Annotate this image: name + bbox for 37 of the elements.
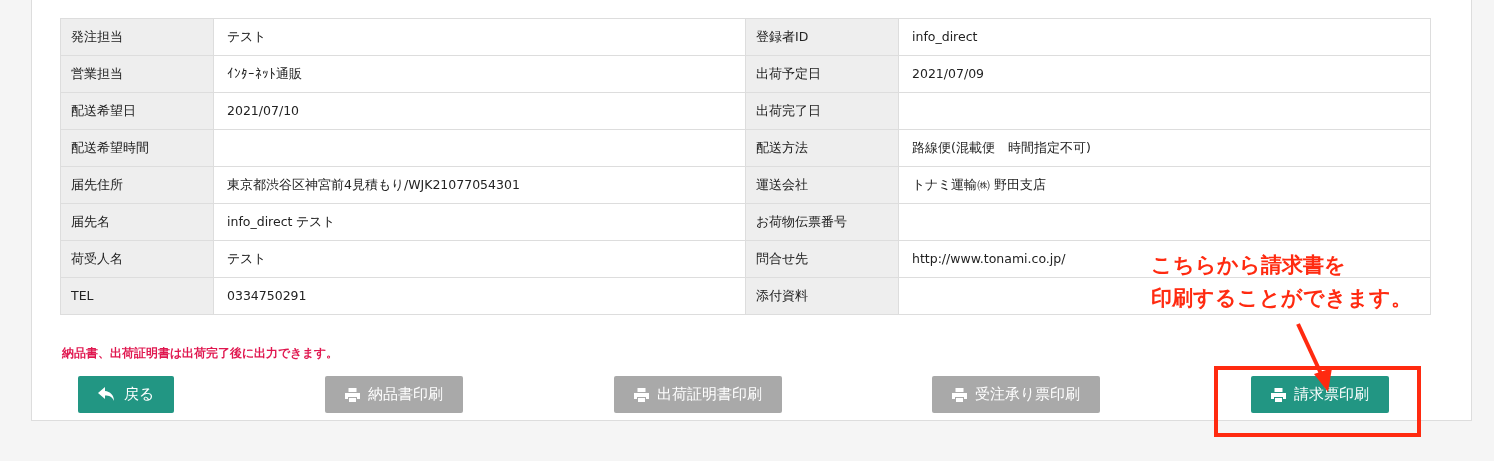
field-value: ｲﾝﾀｰﾈｯﾄ通販 bbox=[213, 55, 746, 93]
field-value: トナミ運輸㈱ 野田支店 bbox=[898, 166, 1431, 204]
printer-icon bbox=[344, 387, 360, 402]
field-label: 届先名 bbox=[60, 203, 214, 241]
field-label: お荷物伝票番号 bbox=[745, 203, 899, 241]
printer-icon bbox=[952, 387, 968, 402]
back-arrow-icon bbox=[98, 387, 116, 403]
back-button[interactable]: 戻る bbox=[78, 376, 174, 414]
field-label: 配送方法 bbox=[745, 129, 899, 167]
field-value: テスト bbox=[213, 18, 746, 56]
field-value: info_direct bbox=[898, 18, 1431, 56]
field-value: 0334750291 bbox=[213, 277, 746, 315]
field-value: テスト bbox=[213, 240, 746, 278]
annotation-text: 印刷することができます。 bbox=[1151, 285, 1412, 312]
field-label: 問合せ先 bbox=[745, 240, 899, 278]
field-label: 添付資料 bbox=[745, 277, 899, 315]
field-value: 東京都渋谷区神宮前4見積もり/WJK21077054301 bbox=[213, 166, 746, 204]
field-label: 届先住所 bbox=[60, 166, 214, 204]
field-label: 配送希望日 bbox=[60, 92, 214, 130]
printer-icon bbox=[633, 387, 649, 402]
field-label: 登録者ID bbox=[745, 18, 899, 56]
field-value: info_direct テスト bbox=[213, 203, 746, 241]
field-label: 営業担当 bbox=[60, 55, 214, 93]
field-value: 2021/07/09 bbox=[898, 55, 1431, 93]
field-value: 2021/07/10 bbox=[213, 92, 746, 130]
field-label: 発注担当 bbox=[60, 18, 214, 56]
field-label: 荷受人名 bbox=[60, 240, 214, 278]
field-label: 出荷完了日 bbox=[745, 92, 899, 130]
printer-icon bbox=[1271, 387, 1286, 402]
field-label: 配送希望時間 bbox=[60, 129, 214, 167]
print-button[interactable]: 請求票印刷 bbox=[1251, 376, 1389, 414]
field-label: TEL bbox=[60, 277, 214, 315]
field-value: 路線便(混載便 時間指定不可) bbox=[898, 129, 1431, 167]
field-label: 運送会社 bbox=[745, 166, 899, 204]
annotation-text: こちらから請求書を bbox=[1151, 252, 1347, 279]
notice-text: 納品書、出荷証明書は出荷完了後に出力できます。 bbox=[62, 345, 339, 362]
field-label: 出荷予定日 bbox=[745, 55, 899, 93]
